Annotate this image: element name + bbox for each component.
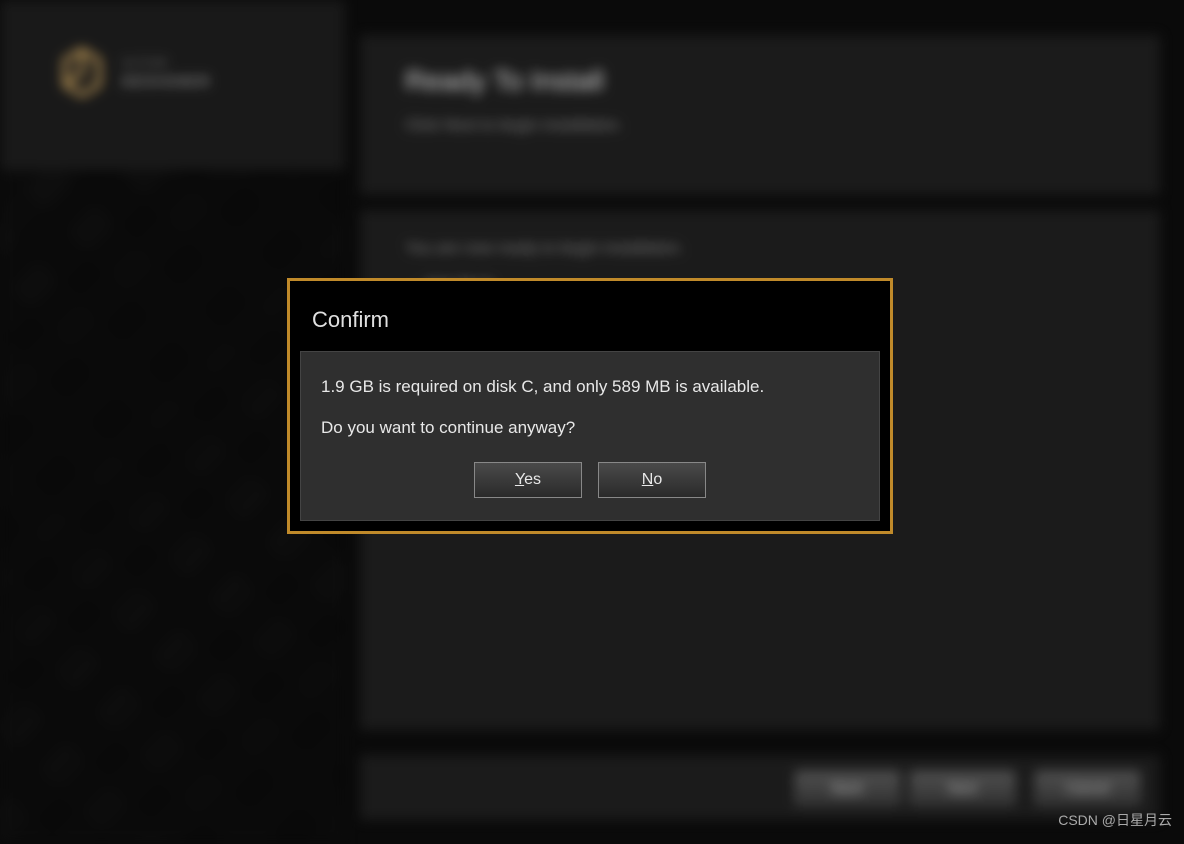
back-button[interactable]: Back bbox=[795, 771, 900, 805]
confirm-dialog: Confirm 1.9 GB is required on disk C, an… bbox=[287, 278, 893, 534]
dialog-message-line1: 1.9 GB is required on disk C, and only 5… bbox=[321, 374, 859, 400]
dialog-button-row: Yes No bbox=[321, 462, 859, 498]
dialog-body: 1.9 GB is required on disk C, and only 5… bbox=[300, 351, 880, 521]
no-button[interactable]: No bbox=[598, 462, 706, 498]
installer-header-panel: Ready To Install Click Next to begin ins… bbox=[360, 35, 1160, 195]
logo-text-line1: ALTIUM bbox=[122, 57, 211, 69]
dialog-message-line2: Do you want to continue anyway? bbox=[321, 418, 859, 438]
info-text-1: You are now ready to begin installation. bbox=[405, 240, 1115, 258]
yes-label-rest: es bbox=[524, 471, 541, 488]
logo-area: ALTIUM DESIGNER bbox=[55, 45, 211, 100]
installer-button-panel: Back Next Cancel bbox=[360, 755, 1160, 820]
yes-button[interactable]: Yes bbox=[474, 462, 582, 498]
watermark: CSDN @日星月云 bbox=[1058, 810, 1172, 830]
dialog-title: Confirm bbox=[300, 291, 880, 351]
cancel-button[interactable]: Cancel bbox=[1035, 771, 1140, 805]
next-button[interactable]: Next bbox=[910, 771, 1015, 805]
altium-logo-icon bbox=[55, 45, 110, 100]
no-label-rest: o bbox=[653, 471, 662, 488]
logo-text-line2: DESIGNER bbox=[122, 73, 211, 89]
logo-text: ALTIUM DESIGNER bbox=[122, 57, 211, 89]
installer-subtitle: Click Next to begin installation. bbox=[405, 117, 1115, 135]
installer-title: Ready To Install bbox=[405, 65, 1115, 97]
